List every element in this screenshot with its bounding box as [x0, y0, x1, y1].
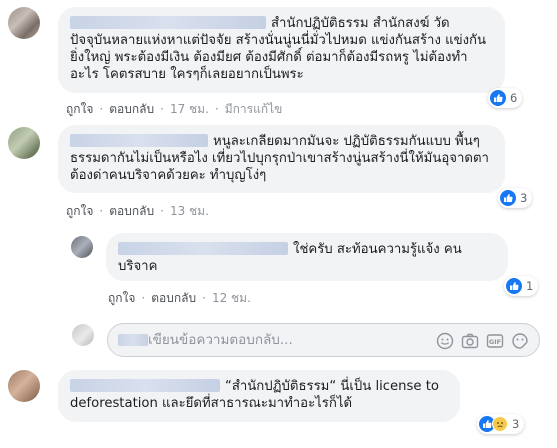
reaction-summary[interactable]: 3 [498, 188, 533, 208]
avatar[interactable] [8, 7, 40, 39]
like-reaction-icon [506, 278, 522, 294]
reaction-summary[interactable]: 6 [488, 88, 523, 108]
gif-icon[interactable]: GIF [486, 332, 504, 350]
avatar[interactable] [71, 236, 93, 258]
timestamp[interactable]: 17 ชม. [170, 102, 209, 116]
comment-actions: ถูกใจ · ตอบกลับ · 13 ชม. [66, 204, 209, 218]
svg-text:GIF: GIF [489, 338, 501, 346]
like-button[interactable]: ถูกใจ [108, 291, 135, 305]
sad-reaction-icon [492, 416, 508, 432]
avatar[interactable] [8, 127, 40, 159]
reaction-count: 6 [510, 91, 518, 105]
camera-icon[interactable] [461, 332, 479, 350]
author-name[interactable] [70, 16, 266, 29]
like-reaction-icon [500, 190, 516, 206]
reply-button[interactable]: ตอบกลับ [109, 204, 154, 218]
comment-text: หนูละเกลียดมากมันจะ ปฏิบัติธรรมกันแบบ พื… [70, 133, 493, 184]
reply-bubble: ใช่ครับ สะท้อนความรู้แจ้ง คน บริจาค [106, 233, 508, 281]
reply-input[interactable] [108, 324, 408, 356]
author-name[interactable] [70, 379, 220, 392]
comment-text: สำนักปฏิบัติธรรม สำนักสงฆ์ วัด ปัจจุบันห… [70, 15, 493, 83]
reply-box: GIF [107, 323, 540, 357]
sticker-icon[interactable] [511, 332, 529, 350]
edited-label[interactable]: มีการแก้ไข [225, 102, 283, 116]
reaction-count: 3 [520, 191, 528, 205]
reaction-summary[interactable]: 3 [477, 414, 525, 434]
timestamp[interactable]: 13 ชม. [170, 204, 209, 218]
like-button[interactable]: ถูกใจ [66, 204, 93, 218]
comment-bubble: หนูละเกลียดมากมันจะ ปฏิบัติธรรมกันแบบ พื… [58, 125, 505, 193]
comment-actions: ถูกใจ · ตอบกลับ · 12 ชม. [108, 291, 251, 305]
like-button[interactable]: ถูกใจ [66, 102, 93, 116]
current-user-avatar [72, 324, 94, 346]
comment-text: ใช่ครับ สะท้อนความรู้แจ้ง คน บริจาค [118, 241, 496, 275]
reaction-count: 1 [526, 279, 534, 293]
reply-button[interactable]: ตอบกลับ [151, 291, 196, 305]
reaction-count: 3 [512, 417, 520, 431]
comment-actions: ถูกใจ · ตอบกลับ · 17 ชม. · มีการแก้ไข [66, 102, 283, 116]
emoji-icon[interactable] [436, 332, 454, 350]
reply-button[interactable]: ตอบกลับ [109, 102, 154, 116]
reaction-summary[interactable]: 1 [504, 276, 539, 296]
comment-bubble: “สำนักปฏิบัติธรรม“ นี่เป็น license to de… [58, 370, 460, 422]
comment-text: “สำนักปฏิบัติธรรม“ นี่เป็น license to de… [70, 378, 448, 412]
avatar[interactable] [8, 370, 40, 402]
comment-bubble: สำนักปฏิบัติธรรม สำนักสงฆ์ วัด ปัจจุบันห… [58, 7, 505, 93]
author-name[interactable] [70, 134, 208, 147]
timestamp[interactable]: 12 ชม. [212, 291, 251, 305]
author-name[interactable] [118, 242, 288, 255]
like-reaction-icon [490, 90, 506, 106]
